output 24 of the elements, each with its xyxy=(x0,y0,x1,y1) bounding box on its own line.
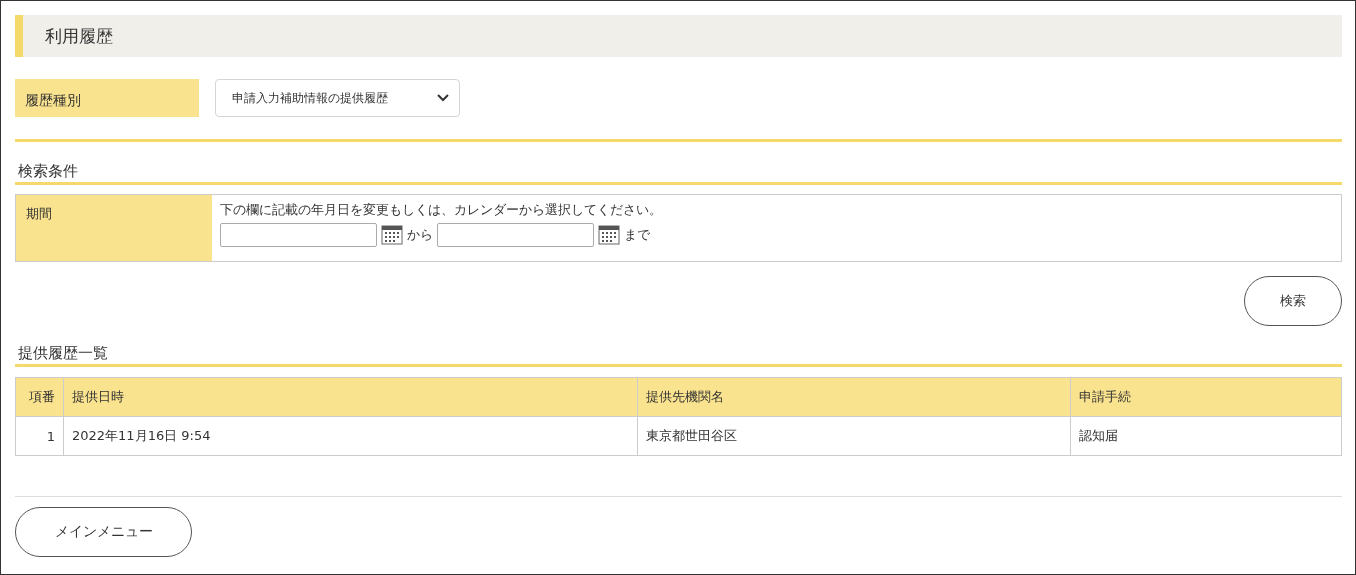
end-date-field[interactable] xyxy=(437,223,594,247)
to-text: まで xyxy=(624,226,650,244)
calendar-icon[interactable] xyxy=(381,225,403,245)
start-date-field[interactable] xyxy=(220,223,377,247)
table-cell: 認知届 xyxy=(1070,416,1342,456)
column-header: 項番 xyxy=(15,377,64,417)
history-type-dropdown[interactable]: 申請入力補助情報の提供履歴 xyxy=(215,79,460,117)
table-cell: 東京都世田谷区 xyxy=(637,416,1071,456)
section-heading: 提供履歴一覧 xyxy=(15,344,1342,367)
section-heading: 検索条件 xyxy=(15,162,1342,185)
page-title: 利用履歴 xyxy=(45,24,113,48)
from-text: から xyxy=(407,226,433,244)
calendar-icon[interactable] xyxy=(598,225,620,245)
column-header: 提供先機関名 xyxy=(637,377,1071,417)
instruction-text: 下の欄に記載の年月日を変更もしくは、カレンダーから選択してください。 xyxy=(220,201,662,219)
table-cell: 1 xyxy=(15,416,64,456)
period-label: 期間 xyxy=(16,195,212,261)
search-button[interactable]: 検索 xyxy=(1244,276,1342,326)
chevron-down-icon xyxy=(437,94,449,102)
column-header: 提供日時 xyxy=(63,377,638,417)
column-header: 申請手続 xyxy=(1070,377,1342,417)
table-cell: 2022年11月16日 9:54 xyxy=(63,416,638,456)
history-type-label: 履歴種別 xyxy=(15,79,199,117)
main-menu-button[interactable]: メインメニュー xyxy=(15,507,192,557)
